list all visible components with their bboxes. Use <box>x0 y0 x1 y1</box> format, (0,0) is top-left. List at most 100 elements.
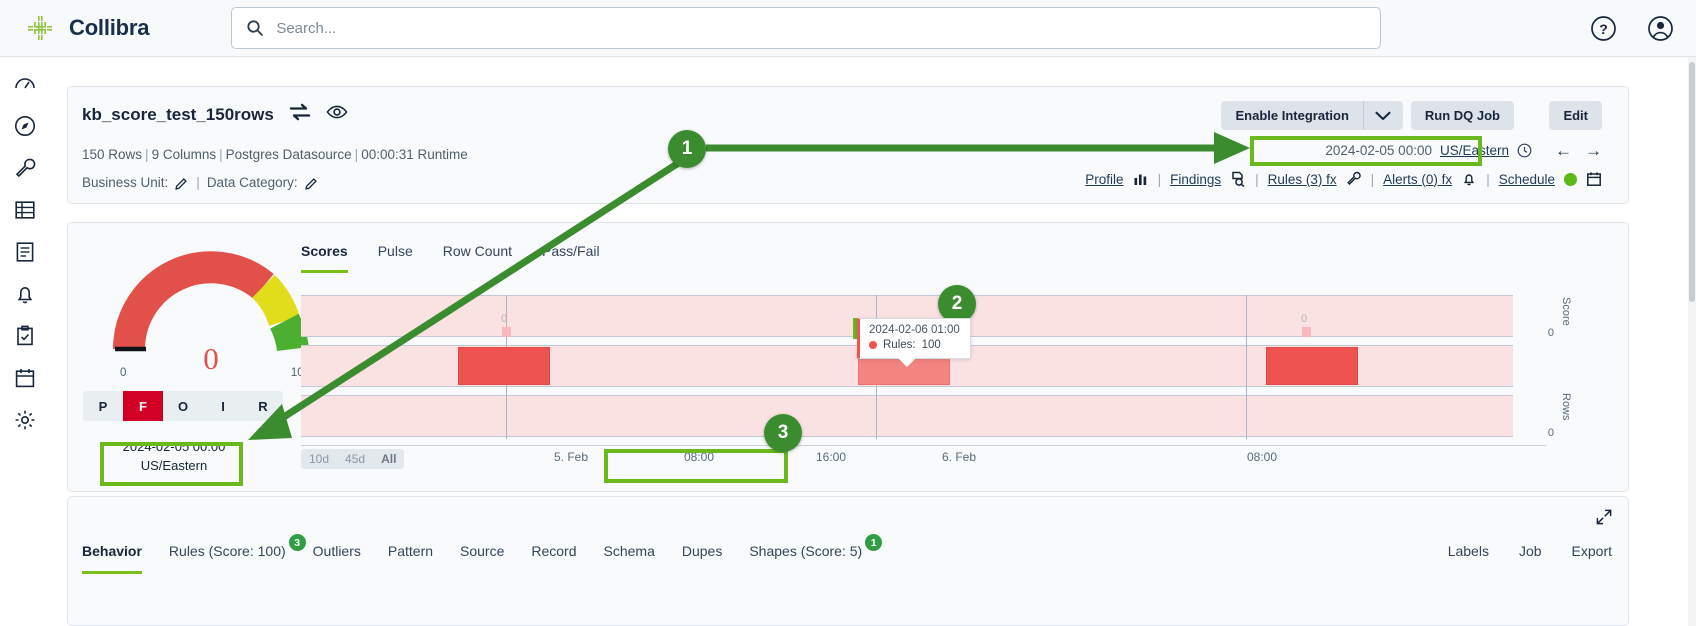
pfoir-cell-p[interactable]: P <box>83 391 123 421</box>
brand-name: Collibra <box>69 15 150 40</box>
selected-run-date: 2024-02-05 00:00 <box>122 439 226 454</box>
tab-pulse[interactable]: Pulse <box>378 243 413 273</box>
job-button[interactable]: Job <box>1519 543 1542 559</box>
meta-datasource: Postgres Datasource <box>225 147 352 162</box>
tab-behavior[interactable]: Behavior <box>82 543 142 574</box>
sidebar-item-tasks[interactable] <box>12 323 38 349</box>
sidebar-item-dashboard[interactable] <box>12 71 38 97</box>
previous-run-arrow[interactable]: ← <box>1555 142 1572 159</box>
enable-integration-button[interactable]: Enable Integration <box>1221 101 1363 130</box>
bar-chart-icon[interactable] <box>1133 171 1149 187</box>
x-tick-2: 16:00 <box>815 450 847 464</box>
profile-link[interactable]: Profile <box>1085 172 1123 187</box>
export-button[interactable]: Export <box>1572 543 1612 559</box>
edit-button[interactable]: Edit <box>1549 101 1602 130</box>
scores-chart-card: 0 0 100 P F O I R 2024-02-05 00:00 US/Ea… <box>67 222 1629 492</box>
pfoir-cell-r[interactable]: R <box>243 391 283 421</box>
bar-score-2[interactable] <box>1302 327 1311 337</box>
bar-score-1[interactable] <box>502 327 511 337</box>
selected-run-timestamp: 2024-02-05 00:00 US/Eastern <box>104 438 244 476</box>
tab-shapes-label: Shapes (Score: 5) <box>749 543 863 559</box>
tab-record[interactable]: Record <box>531 543 576 574</box>
pfoir-toggle-group: P F O I R <box>83 391 283 421</box>
business-unit-row: Business Unit: | Data Category: <box>82 175 319 190</box>
sidebar-item-datasets[interactable] <box>12 197 38 223</box>
annotation-badge-3: 3 <box>764 414 802 452</box>
tab-schema[interactable]: Schema <box>604 543 655 574</box>
page-scrollbar-thumb[interactable] <box>1689 62 1695 302</box>
edit-business-unit-pencil-icon[interactable] <box>175 176 189 190</box>
edit-data-category-pencil-icon[interactable] <box>304 176 319 190</box>
calendar-icon[interactable] <box>1586 171 1602 187</box>
tab-row-count[interactable]: Row Count <box>443 243 512 273</box>
timezone-link[interactable]: US/Eastern <box>1440 143 1509 158</box>
sidebar-item-reports[interactable] <box>12 239 38 265</box>
tab-dupes[interactable]: Dupes <box>682 543 722 574</box>
help-icon[interactable]: ? <box>1590 15 1617 42</box>
schedule-link[interactable]: Schedule <box>1499 172 1555 187</box>
scores-plot[interactable]: 0 0 Score 0 Rows 0 <box>301 295 1572 439</box>
search-input[interactable] <box>276 19 1327 37</box>
tab-outliers[interactable]: Outliers <box>313 543 361 574</box>
range-all-button[interactable]: All <box>373 449 404 469</box>
tab-scores[interactable]: Scores <box>301 243 348 273</box>
svg-text:?: ? <box>1599 21 1608 37</box>
score-point-label-1: 0 <box>501 313 508 325</box>
details-tabs-card: Behavior Rules (Score: 100) 3 Outliers P… <box>67 496 1629 626</box>
pfoir-cell-f[interactable]: F <box>123 391 163 421</box>
swap-arrows-icon[interactable] <box>289 103 311 126</box>
tab-source[interactable]: Source <box>460 543 504 574</box>
topbar-actions: ? <box>1590 0 1674 57</box>
run-date-value: 2024-02-05 00:00 <box>1325 143 1432 158</box>
sidebar-item-tools[interactable] <box>12 155 38 181</box>
sidebar-item-explore[interactable] <box>12 113 38 139</box>
chevron-down-icon[interactable] <box>1362 101 1403 130</box>
sidebar-item-schedule[interactable] <box>12 365 38 391</box>
time-range-buttons: 10d 45d All <box>301 449 405 469</box>
tooltip-caret-icon <box>898 358 916 367</box>
bar-rows-1[interactable] <box>458 347 550 385</box>
chart-tab-bar: Scores Pulse Row Count Pass/Fail <box>301 243 600 273</box>
search-bar[interactable] <box>231 7 1382 49</box>
labels-button[interactable]: Labels <box>1448 543 1489 559</box>
range-45d-button[interactable]: 45d <box>337 449 373 469</box>
rules-link[interactable]: Rules (3) fx <box>1268 172 1337 187</box>
expand-icon[interactable] <box>1596 509 1612 525</box>
tab-rules[interactable]: Rules (Score: 100) 3 <box>168 534 306 574</box>
run-date-box[interactable]: 2024-02-05 00:00 US/Eastern <box>1315 139 1542 162</box>
findings-search-icon[interactable] <box>1230 171 1246 188</box>
wrench-icon[interactable] <box>1346 171 1362 187</box>
bell-icon[interactable] <box>1461 171 1477 187</box>
collibra-logo-icon <box>25 13 55 43</box>
page-title: kb_score_test_150rows <box>82 104 274 124</box>
sidebar-item-settings[interactable] <box>12 407 38 433</box>
y-axis-label-score: Score <box>1560 297 1572 326</box>
pfoir-cell-i[interactable]: I <box>203 391 243 421</box>
chart-tooltip: 2024-02-06 01:00 Rules: 100 <box>857 318 971 367</box>
top-navigation-bar: Collibra ? <box>0 0 1696 57</box>
account-icon[interactable] <box>1647 15 1674 42</box>
clock-icon[interactable] <box>1517 143 1532 158</box>
score-gauge: 0 0 100 <box>86 245 336 379</box>
meta-rows: 150 Rows <box>82 147 143 162</box>
score-point-label-2: 0 <box>1301 313 1308 325</box>
pfoir-cell-o[interactable]: O <box>163 391 203 421</box>
sidebar-item-alerts[interactable] <box>12 281 38 307</box>
summary-links-row: Profile | Findings | Rules (3) fx | Aler… <box>1085 171 1602 188</box>
tab-rules-label: Rules (Score: 100) <box>168 543 286 559</box>
findings-link[interactable]: Findings <box>1170 172 1221 187</box>
tab-shapes[interactable]: Shapes (Score: 5) 1 <box>749 534 883 574</box>
brand-logo[interactable]: Collibra <box>25 13 150 43</box>
next-run-arrow[interactable]: → <box>1585 142 1602 159</box>
tooltip-metric-value: 100 <box>921 339 941 351</box>
enable-integration-split-button: Enable Integration <box>1221 101 1403 130</box>
data-category-label: Data Category: <box>206 175 298 190</box>
bar-rows-3[interactable] <box>1266 347 1358 385</box>
run-dq-job-button[interactable]: Run DQ Job <box>1410 101 1514 130</box>
alerts-link[interactable]: Alerts (0) fx <box>1383 172 1452 187</box>
range-10d-button[interactable]: 10d <box>301 449 337 469</box>
eye-icon[interactable] <box>326 104 348 125</box>
tab-pass-fail[interactable]: Pass/Fail <box>542 243 600 273</box>
annotation-badge-1: 1 <box>668 130 706 168</box>
tab-pattern[interactable]: Pattern <box>388 543 433 574</box>
